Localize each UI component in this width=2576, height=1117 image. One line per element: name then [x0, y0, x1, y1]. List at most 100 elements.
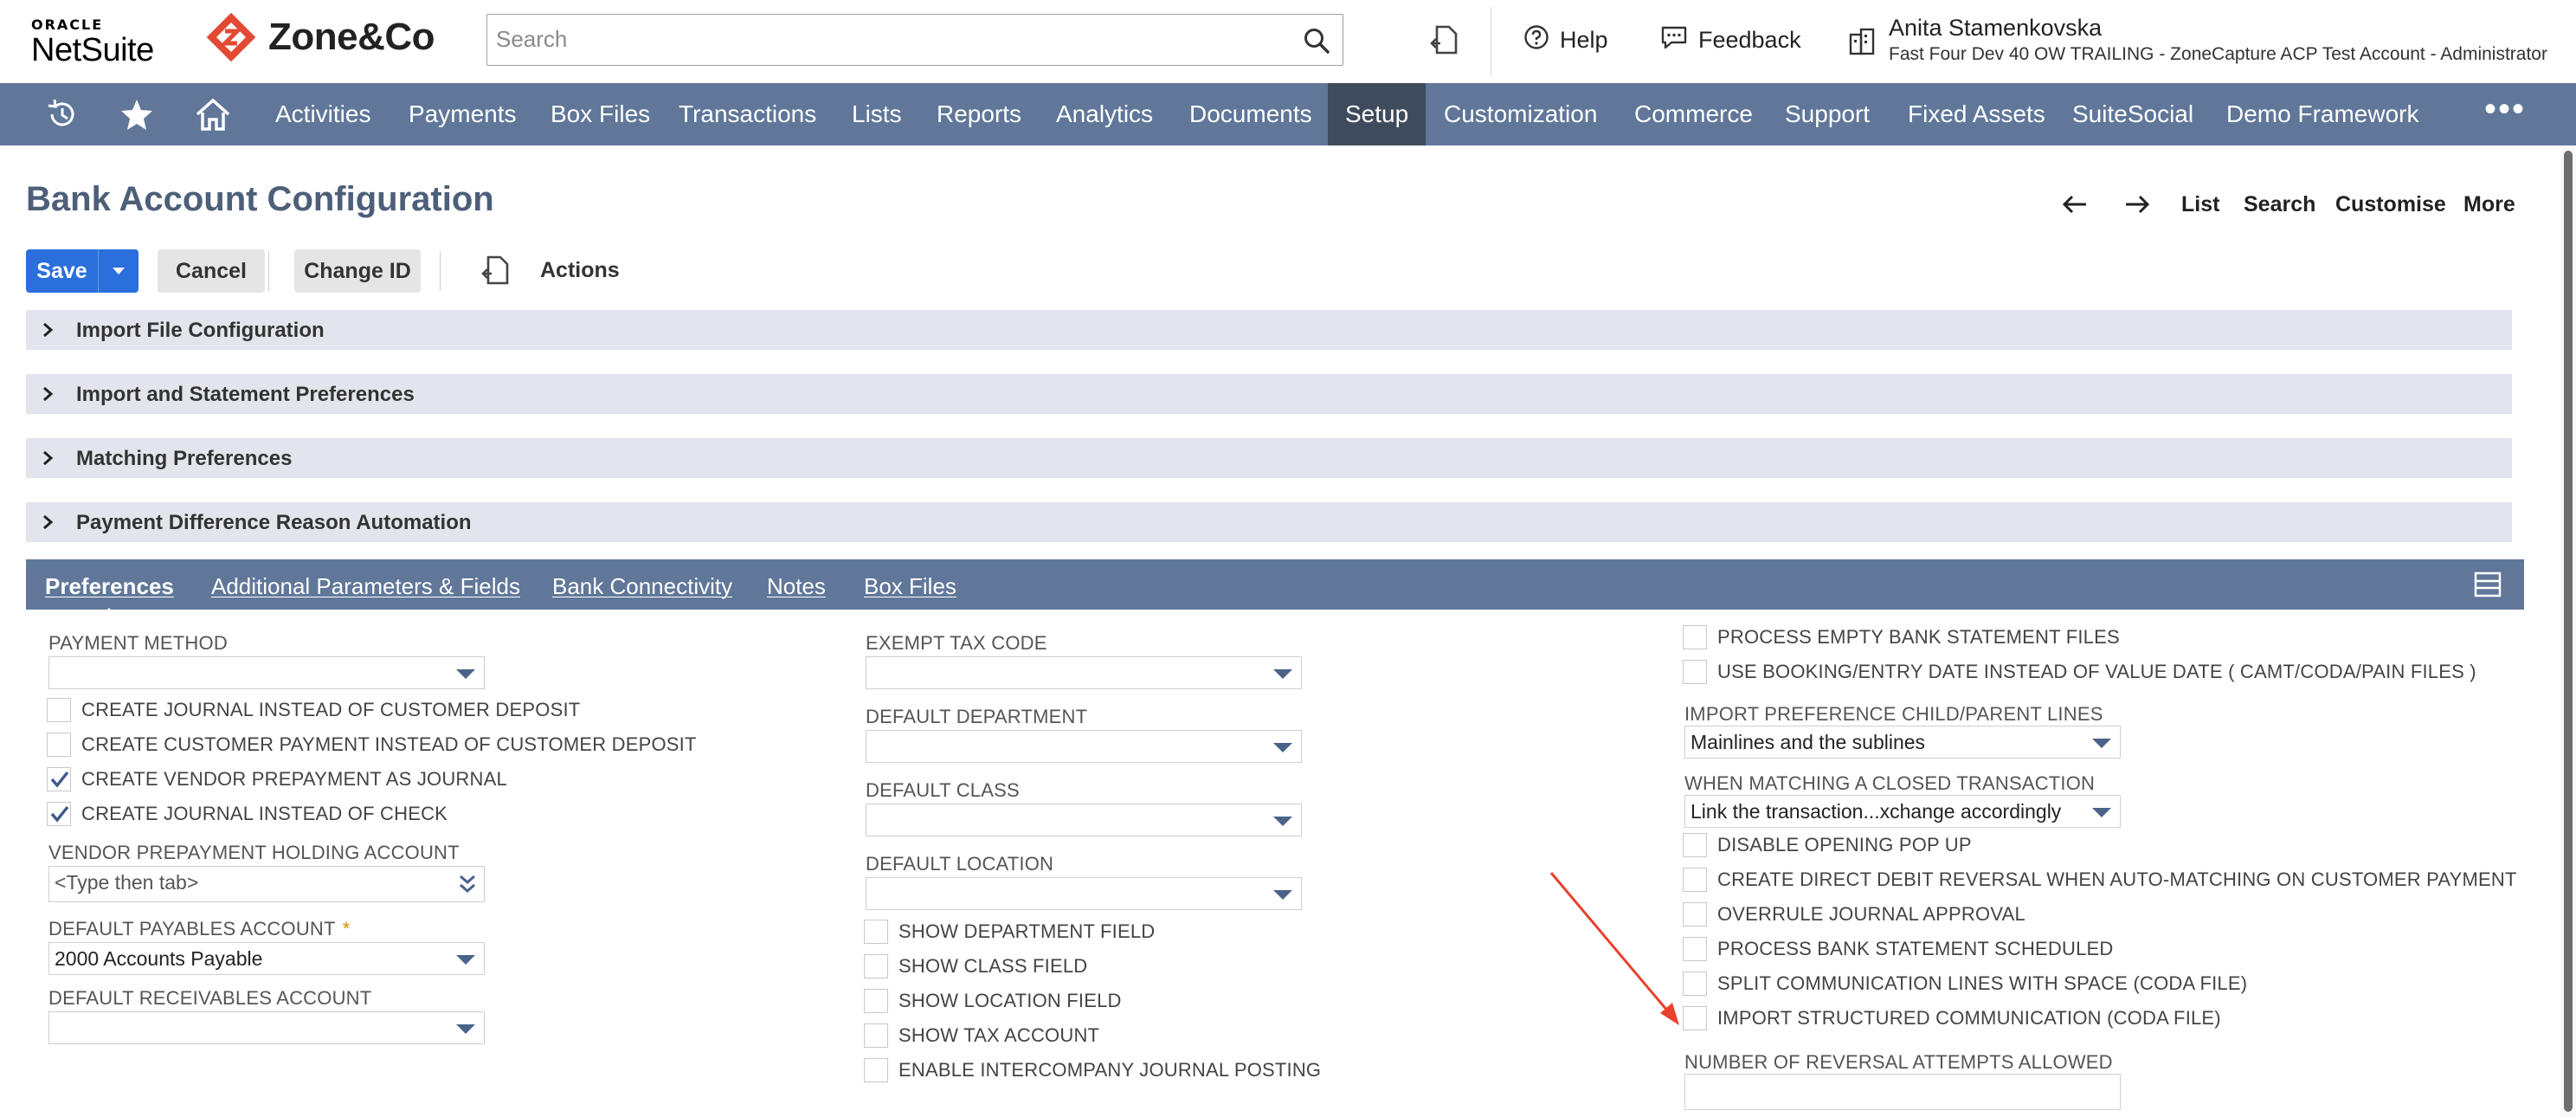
- nav-suitesocial[interactable]: SuiteSocial: [2055, 83, 2211, 145]
- closed-transaction-select[interactable]: Link the transaction...xchange according…: [1684, 795, 2121, 828]
- vendor-holding-account-field[interactable]: <Type then tab>: [48, 866, 485, 902]
- nav-lists[interactable]: Lists: [834, 83, 919, 145]
- list-link[interactable]: List: [2181, 192, 2219, 217]
- checkbox-row[interactable]: CREATE DIRECT DEBIT REVERSAL WHEN AUTO-M…: [1683, 868, 2517, 892]
- history-icon[interactable]: [45, 94, 119, 135]
- global-search[interactable]: [486, 14, 1343, 66]
- nav-setup[interactable]: Setup: [1328, 83, 1426, 145]
- nav-box-files[interactable]: Box Files: [533, 83, 667, 145]
- default-location-select[interactable]: [866, 877, 1302, 910]
- select-value: Link the transaction...xchange according…: [1690, 800, 2062, 823]
- section-import-file-configuration[interactable]: Import File Configuration: [26, 310, 2512, 350]
- checkbox[interactable]: [864, 989, 888, 1013]
- chevron-right-icon: [42, 386, 54, 406]
- tab-preferences[interactable]: Preferences: [45, 573, 174, 616]
- nav-documents[interactable]: Documents: [1172, 83, 1330, 145]
- nav-analytics[interactable]: Analytics: [1039, 83, 1170, 145]
- checkbox-row[interactable]: OVERRULE JOURNAL APPROVAL: [1683, 902, 2025, 927]
- tab-bank-connectivity[interactable]: Bank Connectivity: [552, 573, 732, 600]
- nav-transactions[interactable]: Transactions: [661, 83, 834, 145]
- checkbox[interactable]: [1683, 625, 1707, 649]
- checkbox[interactable]: [47, 733, 71, 757]
- checkbox-row[interactable]: CREATE JOURNAL INSTEAD OF CHECK: [47, 802, 448, 826]
- checkbox-row[interactable]: USE BOOKING/ENTRY DATE INSTEAD OF VALUE …: [1683, 660, 2476, 684]
- tab-menu-icon[interactable]: [2474, 571, 2502, 602]
- oracle-netsuite-logo[interactable]: ORACLE NetSuite: [31, 17, 154, 68]
- child-parent-lines-select[interactable]: Mainlines and the sublines: [1684, 726, 2121, 759]
- default-department-select[interactable]: [866, 730, 1302, 763]
- nav-customization[interactable]: Customization: [1426, 83, 1614, 145]
- dropdown-arrow-icon: [456, 669, 475, 679]
- nav-demo-framework[interactable]: Demo Framework: [2209, 83, 2436, 145]
- star-icon[interactable]: [119, 94, 194, 135]
- scrollbar-thumb[interactable]: [2564, 151, 2573, 1112]
- arrow-right-icon[interactable]: [2124, 194, 2150, 221]
- checkbox-row[interactable]: ENABLE INTERCOMPANY JOURNAL POSTING: [864, 1058, 1321, 1082]
- arrow-left-icon[interactable]: [2062, 194, 2088, 221]
- tab-box-files[interactable]: Box Files: [864, 573, 956, 600]
- tab-additional-parameters-fields[interactable]: Additional Parameters & Fields: [211, 573, 520, 600]
- checkbox-row[interactable]: SHOW DEPARTMENT FIELD: [864, 920, 1155, 944]
- checkbox[interactable]: [1683, 660, 1707, 684]
- zone-co-logo[interactable]: Zone&Co: [206, 12, 435, 62]
- checkbox-row[interactable]: SHOW LOCATION FIELD: [864, 989, 1122, 1013]
- nav-activities[interactable]: Activities: [258, 83, 388, 145]
- search-link[interactable]: Search: [2244, 192, 2315, 217]
- exempt-tax-code-select[interactable]: [866, 656, 1302, 689]
- checkbox[interactable]: [864, 1058, 888, 1082]
- default-payables-account-select[interactable]: 2000 Accounts Payable: [48, 942, 485, 975]
- checkbox-label: IMPORT STRUCTURED COMMUNICATION (CODA FI…: [1717, 1007, 2221, 1029]
- tab-notes[interactable]: Notes: [767, 573, 826, 600]
- nav-commerce[interactable]: Commerce: [1617, 83, 1770, 145]
- checkbox-row[interactable]: IMPORT STRUCTURED COMMUNICATION (CODA FI…: [1683, 1006, 2221, 1030]
- checkbox-row[interactable]: DISABLE OPENING POP UP: [1683, 833, 1972, 857]
- select-value: 2000 Accounts Payable: [55, 947, 263, 970]
- help-link[interactable]: Help: [1523, 24, 1608, 56]
- recent-records-icon[interactable]: [1430, 24, 1461, 60]
- nav-reports[interactable]: Reports: [919, 83, 1039, 145]
- section-payment-difference-reason-automation[interactable]: Payment Difference Reason Automation: [26, 502, 2512, 542]
- checkbox-row[interactable]: SHOW TAX ACCOUNT: [864, 1023, 1099, 1048]
- payment-method-select[interactable]: [48, 656, 485, 689]
- checkbox-row[interactable]: SPLIT COMMUNICATION LINES WITH SPACE (CO…: [1683, 972, 2247, 996]
- search-input[interactable]: [487, 15, 1284, 63]
- reversal-attempts-input[interactable]: [1684, 1074, 2121, 1110]
- nav-more-menu[interactable]: •••: [2484, 83, 2526, 145]
- search-icon[interactable]: [1303, 27, 1330, 59]
- checkbox[interactable]: [47, 698, 71, 722]
- checkbox-row[interactable]: CREATE VENDOR PREPAYMENT AS JOURNAL: [47, 767, 507, 791]
- checkbox[interactable]: [864, 954, 888, 978]
- actions-icon[interactable]: [481, 255, 511, 290]
- checkbox[interactable]: [1683, 833, 1707, 857]
- change-id-button[interactable]: Change ID: [294, 249, 421, 293]
- checkbox-row[interactable]: SHOW CLASS FIELD: [864, 954, 1087, 978]
- actions-menu[interactable]: Actions: [540, 258, 620, 283]
- cancel-button[interactable]: Cancel: [158, 249, 265, 293]
- dropdown-arrow-icon: [1273, 890, 1292, 900]
- customise-link[interactable]: Customise: [2335, 192, 2446, 217]
- save-button[interactable]: Save: [26, 249, 99, 293]
- more-link[interactable]: More: [2463, 192, 2515, 217]
- checkbox-row[interactable]: CREATE JOURNAL INSTEAD OF CUSTOMER DEPOS…: [47, 698, 580, 722]
- checkbox[interactable]: [864, 920, 888, 944]
- default-class-select[interactable]: [866, 804, 1302, 836]
- user-menu[interactable]: Anita Stamenkovska Fast Four Dev 40 OW T…: [1847, 14, 2547, 68]
- nav-fixed-assets[interactable]: Fixed Assets: [1890, 83, 2063, 145]
- nav-support[interactable]: Support: [1768, 83, 1887, 145]
- default-receivables-account-select[interactable]: [48, 1011, 485, 1044]
- double-chevron-down-icon[interactable]: [458, 872, 477, 905]
- checkbox-row[interactable]: CREATE CUSTOMER PAYMENT INSTEAD OF CUSTO…: [47, 733, 697, 757]
- checkbox[interactable]: [864, 1023, 888, 1048]
- section-import-and-statement-preferences[interactable]: Import and Statement Preferences: [26, 374, 2512, 414]
- section-matching-preferences[interactable]: Matching Preferences: [26, 438, 2512, 478]
- feedback-label: Feedback: [1698, 27, 1801, 53]
- checkbox-checked[interactable]: [47, 802, 71, 826]
- checkbox-row[interactable]: PROCESS EMPTY BANK STATEMENT FILES: [1683, 625, 2120, 649]
- checkbox-label: SPLIT COMMUNICATION LINES WITH SPACE (CO…: [1717, 972, 2248, 994]
- nav-payments[interactable]: Payments: [391, 83, 534, 145]
- save-dropdown-icon[interactable]: [99, 249, 138, 293]
- checkbox-checked[interactable]: [47, 767, 71, 791]
- dropdown-arrow-icon: [1273, 743, 1292, 752]
- feedback-link[interactable]: Feedback: [1660, 24, 1801, 56]
- checkbox-row[interactable]: PROCESS BANK STATEMENT SCHEDULED: [1683, 937, 2114, 961]
